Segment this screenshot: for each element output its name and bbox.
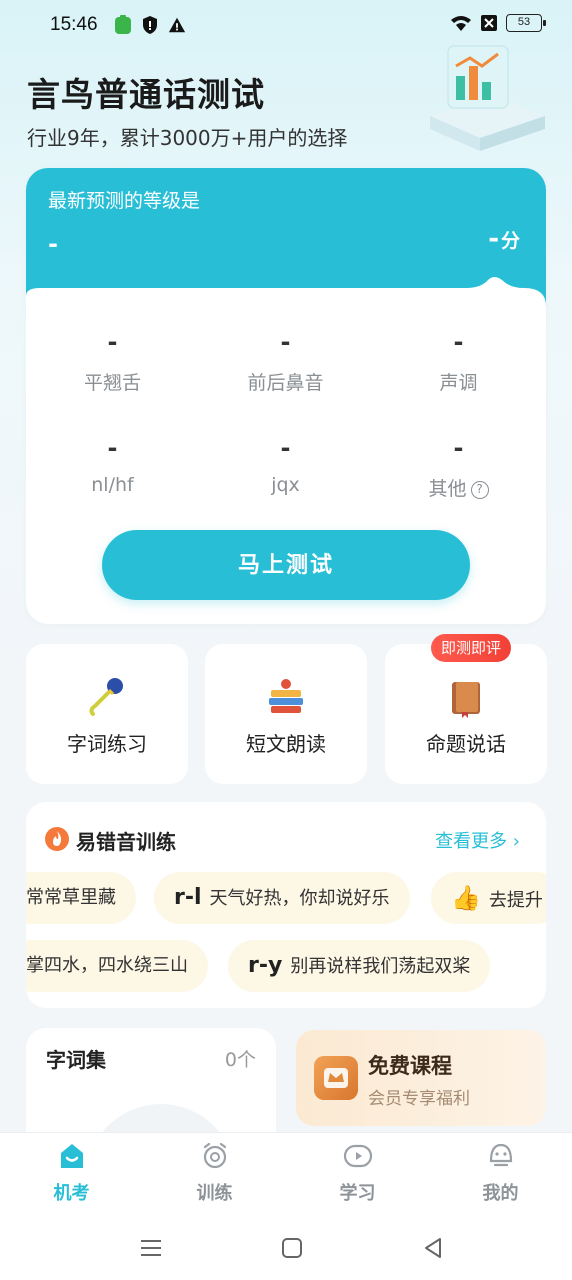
books-icon	[269, 679, 303, 713]
page-title: 言鸟普通话测试	[27, 75, 265, 114]
stat-label: 其他?	[372, 474, 545, 501]
predicted-score: -分	[488, 224, 520, 254]
course-title: 免费课程	[368, 1054, 452, 1078]
warning-icon	[168, 17, 186, 33]
tongue-twister-chip[interactable]: r-l 天气好热，你却说好乐	[154, 872, 410, 924]
chip-text: 去提升	[488, 890, 543, 911]
microphone-icon	[89, 678, 123, 716]
chart-illustration-icon	[430, 45, 545, 151]
app-notification-icon	[115, 15, 131, 34]
feature-word-practice[interactable]: 字词练习	[26, 644, 188, 784]
tab-label: 机考	[53, 1183, 90, 1204]
feature-topic-speaking[interactable]: 即测即评 命题说话	[385, 634, 547, 784]
shield-icon	[143, 16, 157, 34]
instant-eval-badge: 即测即评	[430, 634, 511, 662]
tongue-twister-chip[interactable]: r-y 别再说样我们荡起双桨	[228, 940, 491, 992]
error-training-card: 易错音训练 查看更多 › 常常草里藏 r-l 天气好热，你却说好乐 👍 去提升 掌四…	[26, 802, 546, 1008]
stat-label: 平翘舌	[83, 372, 141, 394]
stat-item: - nl/hf	[26, 434, 199, 496]
predicted-level: -	[48, 230, 58, 258]
status-time: 15:46	[50, 14, 98, 35]
system-nav-bar	[0, 1215, 572, 1280]
stat-label-text: 其他	[428, 478, 467, 500]
stat-value: -	[280, 434, 291, 462]
chip-text: 掌四水，四水绕三山	[26, 955, 188, 976]
stat-value: -	[453, 434, 464, 462]
page-subtitle: 行业9年，累计3000万+用户的选择	[27, 126, 348, 150]
face-icon	[489, 1143, 513, 1167]
prediction-label: 最新预测的等级是	[48, 190, 201, 212]
home-square-icon[interactable]	[277, 1233, 307, 1263]
notebook-icon	[452, 682, 480, 718]
start-test-button[interactable]: 马上测试	[102, 530, 470, 600]
bottom-tab-bar: 机考 训练 学习 我的	[0, 1133, 572, 1215]
view-more-link[interactable]: 查看更多 ›	[435, 827, 520, 853]
chip-text: 别再说样我们荡起双桨	[290, 956, 471, 977]
alarm-icon	[203, 1142, 227, 1169]
prediction-card: 最新预测的等级是 - -分 - 平翘舌 - 前后鼻音 - 声调 - nl/hf - jqx…	[26, 168, 546, 624]
stat-label: jqx	[271, 474, 300, 496]
course-subtitle: 会员专享福利	[368, 1089, 470, 1109]
menu-icon[interactable]	[136, 1233, 166, 1263]
score-unit: 分	[500, 230, 520, 252]
play-icon	[343, 1144, 373, 1168]
fire-icon	[45, 827, 69, 851]
stat-label: 前后鼻音	[247, 372, 324, 394]
tab-label: 我的	[482, 1183, 519, 1204]
tab-label: 训练	[196, 1183, 233, 1204]
word-collection-title: 字词集	[46, 1048, 106, 1072]
battery-indicator: 53	[506, 14, 546, 32]
error-training-title: 易错音训练	[76, 830, 176, 854]
help-icon[interactable]: ?	[470, 481, 489, 499]
tab-label: 学习	[339, 1183, 376, 1204]
free-course-card[interactable]: 免费课程 会员专享福利	[296, 1030, 546, 1126]
crown-icon	[314, 1056, 358, 1100]
thumbs-up-icon: 👍	[451, 884, 481, 912]
tab-study[interactable]: 学习	[286, 1133, 429, 1215]
stat-item: - jqx	[199, 434, 372, 496]
feature-label: 字词练习	[67, 732, 147, 756]
stat-label: 声调	[439, 372, 478, 394]
tongue-twister-chip[interactable]: 掌四水，四水绕三山	[26, 940, 208, 992]
stat-value: -	[453, 328, 464, 356]
feature-passage-reading[interactable]: 短文朗读	[205, 644, 367, 784]
word-collection-count: 0个	[224, 1049, 256, 1071]
chip-text: 天气好热，你却说好乐	[209, 888, 390, 909]
tongue-twister-chip[interactable]: 常常草里藏	[26, 872, 136, 924]
tab-training[interactable]: 训练	[143, 1133, 286, 1215]
chip-tag: r-y	[248, 953, 283, 978]
stat-item: - 前后鼻音	[199, 328, 372, 395]
stat-item: - 声调	[372, 328, 545, 395]
stat-label: nl/hf	[91, 474, 134, 496]
chip-tag: r-l	[174, 885, 202, 910]
back-icon[interactable]	[418, 1233, 448, 1263]
stat-value: -	[107, 328, 118, 356]
tab-profile[interactable]: 我的	[429, 1133, 572, 1215]
stat-item: - 其他?	[372, 434, 545, 501]
score-value: -	[488, 224, 499, 254]
stat-value: -	[107, 434, 118, 462]
stat-item: - 平翘舌	[26, 328, 199, 395]
feature-label: 短文朗读	[246, 732, 326, 756]
chip-text: 常常草里藏	[26, 887, 116, 908]
tongue-twister-chip[interactable]: 👍 去提升	[431, 872, 546, 924]
stat-value: -	[280, 328, 291, 356]
card-wave	[26, 277, 546, 326]
tab-exam[interactable]: 机考	[0, 1133, 143, 1215]
home-icon	[61, 1144, 83, 1168]
feature-label: 命题说话	[426, 732, 506, 756]
no-sim-icon	[481, 15, 497, 31]
wifi-icon	[451, 16, 471, 31]
